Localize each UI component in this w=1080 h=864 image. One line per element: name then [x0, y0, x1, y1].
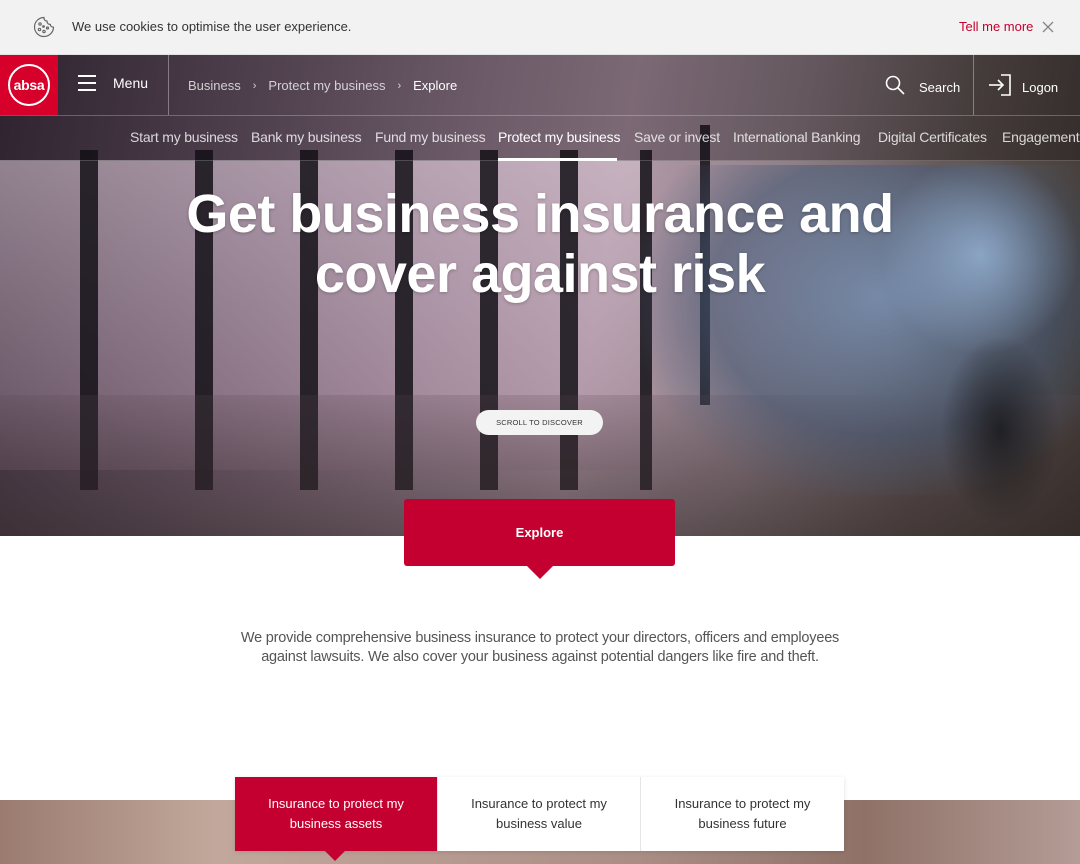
search-label: Search [919, 80, 961, 95]
absa-logo[interactable]: absa [0, 55, 58, 115]
tab-protect-value[interactable]: Insurance to protect my business value [438, 777, 641, 851]
logon-label: Logon [1022, 80, 1059, 95]
breadcrumb-business[interactable]: Business [188, 78, 241, 93]
divider [973, 55, 974, 115]
hero-title-line2: cover against risk [314, 244, 766, 304]
subnav-start-my-business[interactable]: Start my business [130, 129, 238, 145]
top-navigation: absa Menu Business › Protect my business… [0, 55, 1080, 116]
breadcrumb: Business › Protect my business › Explore [188, 78, 457, 93]
hero-title-line1: Get business insurance and [186, 184, 894, 244]
subnav-engagement[interactable]: Engagement [1002, 129, 1080, 145]
logo-text: absa [8, 64, 50, 106]
subnav-protect-my-business[interactable]: Protect my business [498, 129, 620, 145]
cookie-message: We use cookies to optimise the user expe… [72, 19, 352, 34]
tell-me-more-link[interactable]: Tell me more [959, 19, 1033, 34]
subnav-digital-certificates[interactable]: Digital Certificates [878, 129, 987, 145]
insurance-tabs: Insurance to protect my business assets … [235, 777, 844, 851]
explore-tab[interactable]: Explore [404, 499, 675, 566]
search-icon [885, 75, 905, 100]
login-icon [988, 74, 1012, 101]
divider [168, 55, 169, 115]
tab-protect-future[interactable]: Insurance to protect my business future [641, 777, 844, 851]
cookie-icon [32, 15, 56, 39]
section-navigation: Start my business Bank my business Fund … [0, 116, 1080, 161]
hamburger-icon [78, 75, 96, 91]
hero-title: Get business insurance and cover against… [140, 184, 940, 304]
breadcrumb-explore: Explore [413, 78, 458, 93]
active-indicator [498, 158, 617, 161]
tab-protect-assets[interactable]: Insurance to protect my business assets [235, 777, 438, 851]
subnav-save-or-invest[interactable]: Save or invest [634, 129, 720, 145]
scroll-to-discover-button[interactable]: SCROLL TO DISCOVER [476, 410, 603, 435]
close-icon[interactable] [1040, 19, 1056, 35]
menu-button[interactable]: Menu [78, 75, 148, 91]
intro-paragraph: We provide comprehensive business insura… [240, 630, 840, 665]
search-button[interactable]: Search [885, 75, 960, 100]
explore-pointer [527, 566, 553, 579]
logon-button[interactable]: Logon [988, 74, 1058, 101]
subnav-fund-my-business[interactable]: Fund my business [375, 129, 486, 145]
active-tab-pointer [325, 851, 345, 861]
menu-label: Menu [113, 75, 149, 91]
chevron-right-icon: › [397, 79, 402, 92]
chevron-right-icon: › [252, 79, 257, 92]
cookie-banner: We use cookies to optimise the user expe… [0, 0, 1080, 55]
subnav-international-banking[interactable]: International Banking [733, 129, 861, 145]
subnav-bank-my-business[interactable]: Bank my business [251, 129, 362, 145]
breadcrumb-protect-my-business[interactable]: Protect my business [268, 78, 385, 93]
